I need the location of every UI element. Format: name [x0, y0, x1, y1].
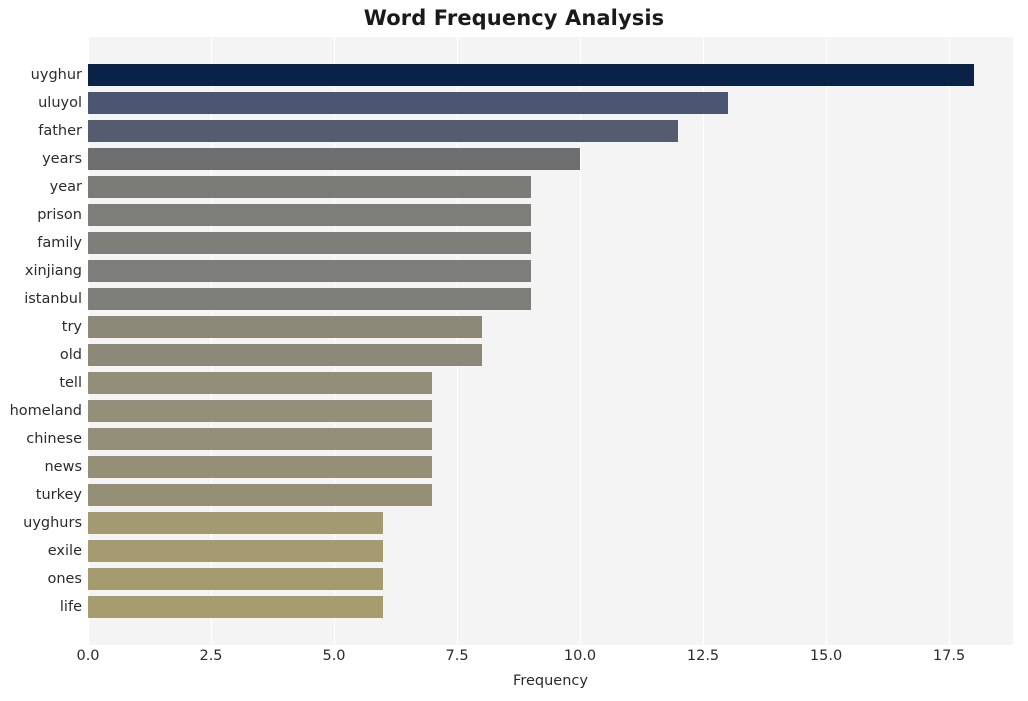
chart-title: Word Frequency Analysis [363, 6, 665, 30]
x-tick-label-12.5: 12.5 [686, 648, 720, 664]
bar[interactable] [88, 176, 531, 199]
bar-row[interactable] [88, 427, 1013, 450]
bar-row[interactable] [88, 260, 1013, 283]
x-tick-label-17.5: 17.5 [932, 648, 966, 664]
bar-row[interactable] [88, 371, 1013, 394]
bar[interactable] [88, 232, 531, 255]
bar-row[interactable] [88, 64, 1013, 87]
bar-row[interactable] [88, 232, 1013, 255]
y-tick-label-uyghur: uyghur [30, 67, 82, 84]
y-tick-label-xinjiang: xinjiang [24, 263, 82, 280]
bar[interactable] [88, 204, 531, 227]
bar-row[interactable] [88, 176, 1013, 199]
y-tick-label-exile: exile [47, 542, 82, 559]
y-tick-label-try: try [61, 319, 82, 335]
bar-row[interactable] [88, 595, 1013, 618]
bar-row[interactable] [88, 120, 1013, 143]
x-tick-label-7.5: 7.5 [445, 648, 469, 664]
x-axis-tick-labels: 0.0 2.5 5.0 7.5 10.0 12.5 15.0 17.5 [76, 648, 1013, 670]
bar[interactable] [88, 455, 433, 478]
bar-row[interactable] [88, 92, 1013, 115]
y-tick-label-news: news [44, 458, 82, 475]
bar[interactable] [88, 399, 433, 422]
x-tick-label-5.0: 5.0 [322, 648, 346, 664]
bar-row[interactable] [88, 511, 1013, 534]
bar-row[interactable] [88, 316, 1013, 338]
bar[interactable] [88, 64, 974, 87]
chart-figure: Word Frequency Analysis uyghur uluyol fath… [0, 0, 1028, 701]
x-tick-label-15.0: 15.0 [809, 648, 843, 664]
y-tick-label-chinese: chinese [26, 430, 82, 447]
y-tick-label-old: old [59, 346, 82, 363]
bar-row[interactable] [88, 399, 1013, 422]
y-tick-label-years: years [42, 151, 82, 168]
bar-row[interactable] [88, 483, 1013, 506]
y-tick-label-prison: prison [37, 207, 82, 224]
bar[interactable] [88, 427, 433, 450]
y-tick-label-family: family [37, 235, 82, 252]
bar-row[interactable] [88, 567, 1013, 590]
bar-row[interactable] [88, 455, 1013, 478]
y-tick-label-turkey: turkey [35, 486, 82, 503]
bar[interactable] [88, 148, 581, 171]
bar[interactable] [88, 120, 679, 143]
bar[interactable] [88, 343, 482, 366]
bar[interactable] [88, 483, 433, 506]
bar-row[interactable] [88, 204, 1013, 227]
bar-row[interactable] [88, 148, 1013, 171]
bar-row[interactable] [88, 288, 1013, 310]
x-tick-label-2.5: 2.5 [199, 648, 223, 664]
bar[interactable] [88, 567, 384, 590]
y-tick-label-uluyol: uluyol [38, 95, 82, 112]
bar-row[interactable] [88, 343, 1013, 366]
bar-row[interactable] [88, 539, 1013, 562]
y-tick-label-life: life [59, 598, 82, 615]
bar[interactable] [88, 288, 531, 310]
y-tick-label-year: year [49, 179, 82, 196]
y-tick-label-homeland: homeland [9, 402, 82, 419]
bar[interactable] [88, 260, 531, 283]
plot-area [88, 37, 1013, 645]
y-tick-label-uyghurs: uyghurs [23, 514, 82, 531]
bar[interactable] [88, 92, 728, 115]
y-tick-label-father: father [38, 123, 82, 140]
y-axis-tick-labels: uyghur uluyol father years year prison family x… [0, 37, 82, 645]
bar[interactable] [88, 511, 384, 534]
bar[interactable] [88, 371, 433, 394]
bar[interactable] [88, 595, 384, 618]
x-tick-label-10.0: 10.0 [563, 648, 597, 664]
x-tick-label-0.0: 0.0 [76, 648, 100, 664]
y-tick-label-tell: tell [59, 374, 82, 391]
x-axis-label: Frequency [513, 673, 588, 689]
bar[interactable] [88, 316, 482, 338]
y-tick-label-istanbul: istanbul [24, 291, 82, 307]
y-tick-label-ones: ones [47, 570, 82, 587]
bar[interactable] [88, 539, 384, 562]
